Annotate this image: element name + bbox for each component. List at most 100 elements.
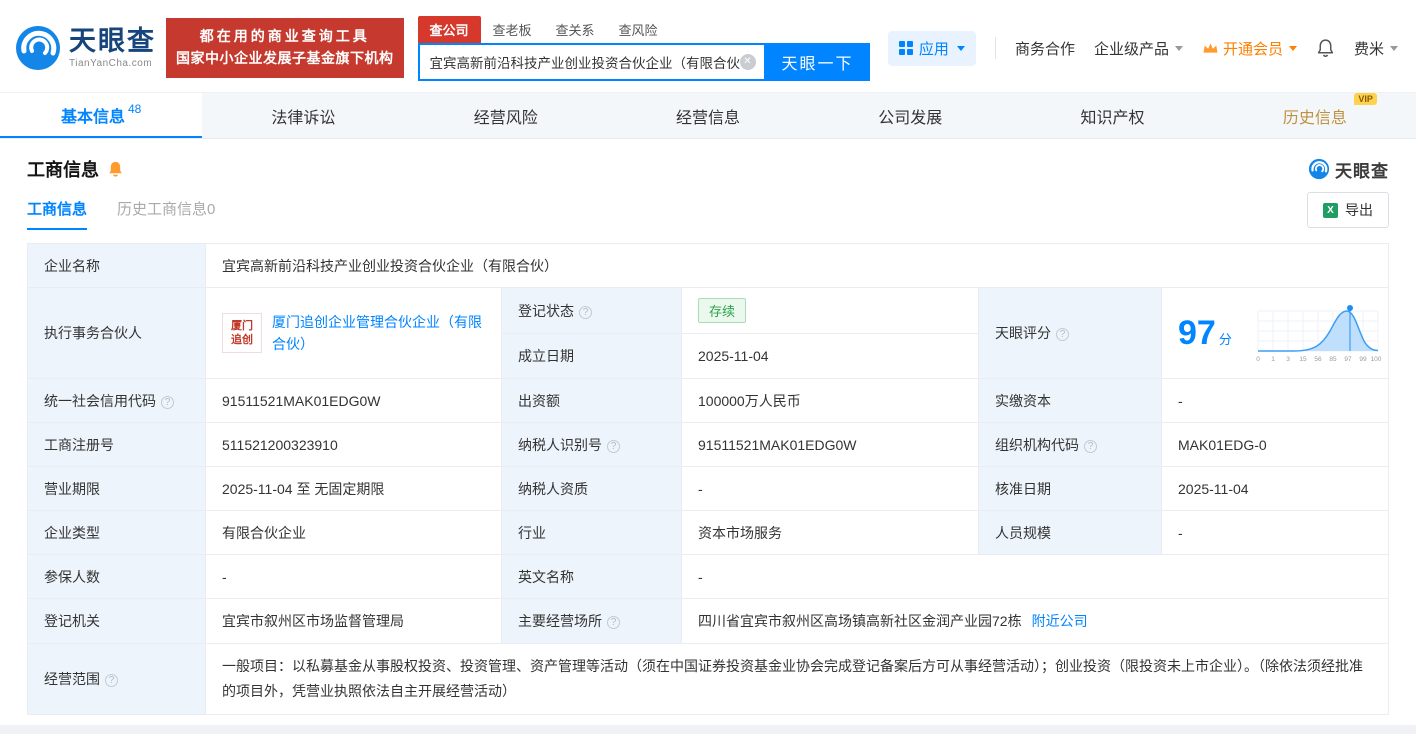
business-address-value: 四川省宜宾市叙州区高场镇高新社区金润产业园72栋 bbox=[698, 611, 1022, 631]
tab-intellectual-property[interactable]: 知识产权 bbox=[1011, 93, 1213, 138]
slogan-banner: 都在用的商业查询工具 国家中小企业发展子基金旗下机构 bbox=[166, 18, 404, 77]
search-tabs: 查公司 查老板 查关系 查风险 bbox=[418, 16, 870, 43]
help-icon[interactable] bbox=[161, 396, 174, 409]
menu-vip[interactable]: 开通会员 bbox=[1202, 38, 1297, 59]
user-menu[interactable]: 费米 bbox=[1354, 38, 1398, 59]
business-address-cell: 四川省宜宾市叙州区高场镇高新社区金润产业园72栋 附近公司 bbox=[682, 599, 1389, 644]
tab-basic-info[interactable]: 基本信息 48 bbox=[0, 93, 202, 138]
search-button[interactable]: 天眼一下 bbox=[766, 43, 870, 81]
reg-status-value: 存续 bbox=[682, 288, 979, 334]
staff-size-label: 人员规模 bbox=[979, 511, 1162, 555]
chevron-down-icon bbox=[1289, 46, 1297, 51]
crown-icon bbox=[1202, 41, 1219, 55]
reg-authority-label: 登记机关 bbox=[28, 599, 206, 644]
logo-brand-name: 天眼查 bbox=[69, 27, 156, 57]
tab-label: 经营信息 bbox=[676, 104, 740, 128]
menu-cooperation[interactable]: 商务合作 bbox=[1015, 38, 1075, 59]
search-input[interactable] bbox=[430, 54, 740, 69]
help-icon[interactable] bbox=[607, 440, 620, 453]
credit-code-label: 统一社会信用代码 bbox=[28, 379, 206, 423]
footer-strip bbox=[0, 725, 1416, 734]
row-credit-code: 统一社会信用代码 91511521MAK01EDG0W 出资额 100000万人… bbox=[28, 379, 1389, 423]
tab-operating-risk[interactable]: 经营风险 bbox=[405, 93, 607, 138]
logo-domain: TianYanCha.com bbox=[69, 58, 156, 69]
search-tab-relation[interactable]: 查关系 bbox=[544, 16, 607, 43]
svg-text:97: 97 bbox=[1344, 356, 1352, 363]
reg-number-value: 511521200323910 bbox=[206, 423, 502, 467]
row-reg-number: 工商注册号 511521200323910 纳税人识别号 91511521MAK… bbox=[28, 423, 1389, 467]
business-scope-value: 一般项目：以私募基金从事股权投资、投资管理、资产管理等活动（须在中国证券投资基金… bbox=[206, 644, 1389, 715]
reg-authority-value: 宜宾市叙州区市场监督管理局 bbox=[206, 599, 502, 644]
tianyancha-logo-icon bbox=[14, 24, 62, 72]
tab-history-info[interactable]: 历史信息 VIP bbox=[1214, 93, 1416, 138]
status-badge: 存续 bbox=[698, 298, 746, 323]
notification-bell-icon[interactable] bbox=[1316, 38, 1335, 58]
tax-id-label: 纳税人识别号 bbox=[502, 423, 682, 467]
insured-count-value: - bbox=[206, 555, 502, 599]
row-reg-authority: 登记机关 宜宾市叙州区市场监督管理局 主要经营场所 四川省宜宾市叙州区高场镇高新… bbox=[28, 599, 1389, 644]
insured-count-label: 参保人数 bbox=[28, 555, 206, 599]
paid-capital-label: 实缴资本 bbox=[979, 379, 1162, 423]
tab-company-development[interactable]: 公司发展 bbox=[809, 93, 1011, 138]
help-icon[interactable] bbox=[1084, 440, 1097, 453]
staff-size-value: - bbox=[1162, 511, 1389, 555]
tab-label: 法律诉讼 bbox=[271, 104, 335, 128]
menu-divider bbox=[995, 37, 996, 59]
company-nav-tabs: 基本信息 48 法律诉讼 经营风险 经营信息 公司发展 知识产权 历史信息 VI… bbox=[0, 92, 1416, 139]
english-name-label: 英文名称 bbox=[502, 555, 682, 599]
industry-value: 资本市场服务 bbox=[682, 511, 979, 555]
svg-text:56: 56 bbox=[1314, 356, 1322, 363]
business-term-label: 营业期限 bbox=[28, 467, 206, 511]
partner-cell: 厦门 追创 厦门追创企业管理合伙企业（有限合伙） bbox=[206, 288, 502, 379]
chevron-down-icon bbox=[957, 46, 965, 51]
tab-label: 经营风险 bbox=[474, 104, 538, 128]
tab-count: 48 bbox=[128, 102, 141, 116]
row-company-type: 企业类型 有限合伙企业 行业 资本市场服务 人员规模 - bbox=[28, 511, 1389, 555]
search-tab-company[interactable]: 查公司 bbox=[418, 16, 481, 43]
svg-text:100: 100 bbox=[1371, 356, 1382, 363]
brand-watermark-text: 天眼查 bbox=[1335, 157, 1389, 182]
company-type-value: 有限合伙企业 bbox=[206, 511, 502, 555]
business-info-table: 企业名称 宜宾高新前沿科技产业创业投资合伙企业（有限合伙） 执行事务合伙人 厦门… bbox=[27, 243, 1389, 715]
apps-button[interactable]: 应用 bbox=[888, 31, 976, 66]
search-tab-boss[interactable]: 查老板 bbox=[481, 16, 544, 43]
help-icon[interactable] bbox=[579, 306, 592, 319]
grid-icon bbox=[899, 41, 913, 55]
help-icon[interactable] bbox=[1056, 328, 1069, 341]
chevron-down-icon bbox=[1390, 46, 1398, 51]
row-company-name: 企业名称 宜宾高新前沿科技产业创业投资合伙企业（有限合伙） bbox=[28, 244, 1389, 288]
establish-date-value: 2025-11-04 bbox=[682, 334, 979, 379]
org-code-value: MAK01EDG-0 bbox=[1162, 423, 1389, 467]
partner-link[interactable]: 厦门追创企业管理合伙企业（有限合伙） bbox=[272, 311, 485, 356]
export-button[interactable]: 导出 bbox=[1307, 192, 1389, 228]
help-icon[interactable] bbox=[607, 616, 620, 629]
subscribe-bell-icon[interactable] bbox=[107, 160, 124, 178]
partner-label: 执行事务合伙人 bbox=[28, 288, 206, 379]
chevron-down-icon bbox=[1175, 46, 1183, 51]
nearby-companies-link[interactable]: 附近公司 bbox=[1032, 611, 1088, 631]
reg-number-label: 工商注册号 bbox=[28, 423, 206, 467]
subtab-business-info[interactable]: 工商信息 bbox=[27, 198, 87, 230]
tab-operating-info[interactable]: 经营信息 bbox=[607, 93, 809, 138]
tab-label: 历史信息 bbox=[1283, 110, 1347, 127]
tax-qualification-label: 纳税人资质 bbox=[502, 467, 682, 511]
partner-logo: 厦门 追创 bbox=[222, 313, 262, 353]
clear-search-icon[interactable] bbox=[740, 54, 756, 70]
row-insured-count: 参保人数 - 英文名称 - bbox=[28, 555, 1389, 599]
approval-date-value: 2025-11-04 bbox=[1162, 467, 1389, 511]
capital-label: 出资额 bbox=[502, 379, 682, 423]
tab-label: 知识产权 bbox=[1081, 104, 1145, 128]
subtab-history-business-info[interactable]: 历史工商信息0 bbox=[117, 198, 215, 230]
credit-code-value: 91511521MAK01EDG0W bbox=[206, 379, 502, 423]
search-tab-risk[interactable]: 查风险 bbox=[607, 16, 670, 43]
company-type-label: 企业类型 bbox=[28, 511, 206, 555]
tianyancha-logo[interactable]: 天眼查 TianYanCha.com bbox=[14, 24, 156, 72]
score-value: 97分 bbox=[1178, 314, 1232, 353]
establish-date-label: 成立日期 bbox=[502, 334, 682, 379]
menu-enterprise[interactable]: 企业级产品 bbox=[1094, 38, 1183, 59]
business-scope-label: 经营范围 bbox=[28, 644, 206, 715]
tab-legal-proceedings[interactable]: 法律诉讼 bbox=[202, 93, 404, 138]
help-icon[interactable] bbox=[105, 674, 118, 687]
user-name: 费米 bbox=[1354, 38, 1384, 59]
business-address-label: 主要经营场所 bbox=[502, 599, 682, 644]
